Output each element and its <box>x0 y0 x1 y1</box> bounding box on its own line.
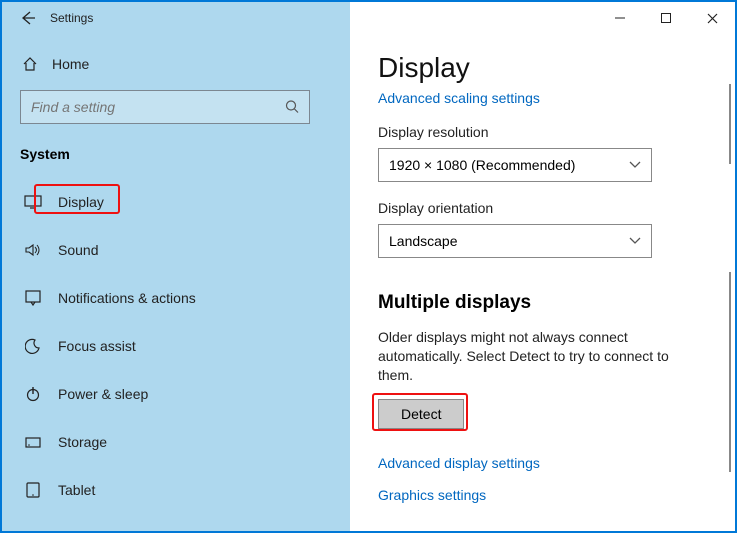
multiple-displays-heading: Multiple displays <box>378 292 707 314</box>
titlebar: Settings <box>2 2 735 34</box>
sidebar-item-label: Power & sleep <box>58 386 148 402</box>
advanced-display-link[interactable]: Advanced display settings <box>378 455 707 471</box>
sidebar-item-label: Display <box>58 194 104 210</box>
sidebar-item-sound[interactable]: Sound <box>2 230 350 270</box>
search-icon[interactable] <box>285 100 300 115</box>
resolution-label: Display resolution <box>378 124 707 140</box>
advanced-scaling-link[interactable]: Advanced scaling settings <box>378 90 707 106</box>
main-content: Display Advanced scaling settings Displa… <box>350 34 735 531</box>
tablet-icon <box>24 482 42 498</box>
sidebar-item-label: Tablet <box>58 482 95 498</box>
sidebar-item-display[interactable]: Display <box>2 182 350 222</box>
maximize-button[interactable] <box>643 2 689 34</box>
category-label: System <box>2 136 350 166</box>
minimize-button[interactable] <box>597 2 643 34</box>
window-controls <box>350 2 735 34</box>
home-nav[interactable]: Home <box>2 48 350 80</box>
settings-window: Settings Home <box>0 0 737 533</box>
sidebar-item-power-sleep[interactable]: Power & sleep <box>2 374 350 414</box>
graphics-settings-link[interactable]: Graphics settings <box>378 487 707 503</box>
page-title: Display <box>378 52 707 84</box>
display-icon <box>24 195 42 209</box>
orientation-value: Landscape <box>389 233 458 249</box>
app-title: Settings <box>50 11 93 25</box>
detect-button[interactable]: Detect <box>378 399 464 429</box>
back-icon[interactable] <box>20 10 36 26</box>
sidebar-item-storage[interactable]: Storage <box>2 422 350 462</box>
sidebar-item-focus-assist[interactable]: Focus assist <box>2 326 350 366</box>
resolution-value: 1920 × 1080 (Recommended) <box>389 157 575 173</box>
multiple-displays-description: Older displays might not always connect … <box>378 328 707 385</box>
sidebar-item-tablet[interactable]: Tablet <box>2 470 350 510</box>
chevron-down-icon <box>629 161 641 169</box>
sidebar-item-notifications[interactable]: Notifications & actions <box>2 278 350 318</box>
orientation-label: Display orientation <box>378 200 707 216</box>
nav-list: Display Sound Notifications & actions <box>2 182 350 510</box>
orientation-select[interactable]: Landscape <box>378 224 652 258</box>
home-label: Home <box>52 56 89 72</box>
power-icon <box>24 386 42 402</box>
sidebar-item-label: Notifications & actions <box>58 290 196 306</box>
sidebar-item-label: Focus assist <box>58 338 136 354</box>
scrollbar-upper[interactable] <box>729 84 731 164</box>
home-icon <box>22 56 38 72</box>
search-input[interactable] <box>20 90 310 124</box>
notifications-icon <box>24 290 42 306</box>
sidebar-item-label: Storage <box>58 434 107 450</box>
resolution-select[interactable]: 1920 × 1080 (Recommended) <box>378 148 652 182</box>
chevron-down-icon <box>629 237 641 245</box>
storage-icon <box>24 434 42 450</box>
focus-assist-icon <box>24 338 42 354</box>
sound-icon <box>24 243 42 257</box>
sidebar: Home System Display <box>2 34 350 531</box>
scrollbar-lower[interactable] <box>729 272 731 472</box>
sidebar-item-label: Sound <box>58 242 98 258</box>
close-button[interactable] <box>689 2 735 34</box>
